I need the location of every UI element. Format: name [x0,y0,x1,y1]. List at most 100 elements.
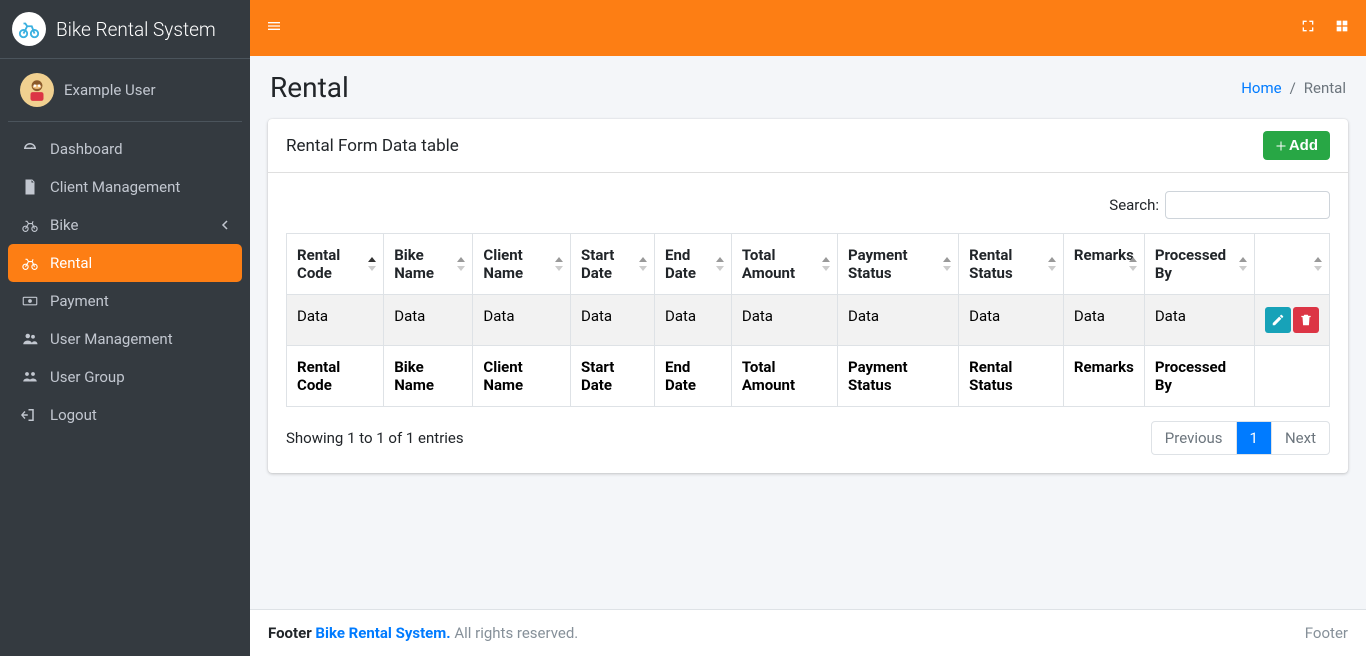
column-header[interactable]: End Date [655,234,732,295]
sidebar-item-label: Logout [50,406,97,424]
column-footer: Rental Code [287,346,384,407]
column-header[interactable]: Start Date [571,234,655,295]
pagination-next[interactable]: Next [1272,422,1329,454]
table-info: Showing 1 to 1 of 1 entries [286,429,464,447]
footer-rights: All rights reserved. [451,624,579,642]
brand[interactable]: Bike Rental System [0,0,250,59]
add-button-label: Add [1289,137,1318,154]
table-cell: Data [838,295,959,346]
sidebar-item-payment[interactable]: Payment [8,282,242,320]
data-table: Rental CodeBike NameClient NameStart Dat… [286,233,1330,407]
breadcrumb: Home / Rental [1241,79,1346,97]
footer-right: Footer [1305,624,1348,642]
pagination-page-1[interactable]: 1 [1237,422,1272,454]
column-header[interactable]: Bike Name [384,234,473,295]
sidebar-item-label: Client Management [50,178,180,196]
users-icon [20,368,40,386]
column-footer-actions [1254,346,1329,407]
topbar [250,0,1366,56]
sidebar-item-dashboard[interactable]: Dashboard [8,130,242,168]
sidebar-item-client-management[interactable]: Client Management [8,168,242,206]
edit-button[interactable] [1265,307,1291,333]
column-footer: Start Date [571,346,655,407]
sidebar-item-label: User Group [50,368,125,386]
breadcrumb-current: Rental [1304,79,1346,97]
delete-button[interactable] [1293,307,1319,333]
table-row: DataDataDataDataDataDataDataDataDataData [287,295,1330,346]
table-cell: Data [571,295,655,346]
sidebar-item-label: Payment [50,292,109,310]
table-footer-row: Rental CodeBike NameClient NameStart Dat… [287,346,1330,407]
column-footer: End Date [655,346,732,407]
sidebar-item-user-management[interactable]: User Management [8,320,242,358]
footer-brand-link[interactable]: Bike Rental System. [315,624,450,642]
column-header[interactable]: Rental Status [959,234,1064,295]
sidebar-item-rental[interactable]: Rental [8,244,242,282]
users-icon [20,330,40,348]
nav-menu: Dashboard Client Management Bike Rental … [0,122,250,442]
column-footer: Rental Status [959,346,1064,407]
column-header[interactable]: Client Name [473,234,571,295]
breadcrumb-home[interactable]: Home [1241,79,1281,97]
column-footer: Bike Name [384,346,473,407]
document-icon [20,178,40,196]
breadcrumb-separator: / [1290,79,1296,97]
column-footer: Processed By [1144,346,1254,407]
column-footer: Payment Status [838,346,959,407]
table-header-row: Rental CodeBike NameClient NameStart Dat… [287,234,1330,295]
page-title: Rental [270,71,349,104]
search-input[interactable] [1165,191,1330,219]
column-header-actions[interactable] [1254,234,1329,295]
pagination: Previous 1 Next [1151,421,1330,455]
sidebar-item-bike[interactable]: Bike [8,206,242,244]
column-header[interactable]: Total Amount [731,234,837,295]
card: Rental Form Data table Add Search: Renta… [268,119,1348,473]
table-cell: Data [384,295,473,346]
bike-icon [20,254,40,272]
column-header[interactable]: Processed By [1144,234,1254,295]
column-header[interactable]: Remarks [1063,234,1144,295]
table-footer: Showing 1 to 1 of 1 entries Previous 1 N… [286,421,1330,455]
logout-icon [20,406,40,424]
column-footer: Total Amount [731,346,837,407]
card-title: Rental Form Data table [286,136,459,156]
avatar-icon [20,73,54,107]
search-row: Search: [286,191,1330,219]
user-panel[interactable]: Example User [8,59,242,122]
sidebar-item-label: Bike [50,216,78,234]
table-cell: Data [1063,295,1144,346]
table-cell: Data [655,295,732,346]
fullscreen-icon[interactable] [1300,18,1316,38]
main-content: Rental Home / Rental Rental Form Data ta… [250,0,1366,656]
card-body: Search: Rental CodeBike NameClient NameS… [268,173,1348,473]
card-header: Rental Form Data table Add [268,119,1348,173]
table-cell: Data [473,295,571,346]
column-footer: Remarks [1063,346,1144,407]
menu-toggle-icon[interactable] [266,18,282,38]
pagination-previous[interactable]: Previous [1152,422,1237,454]
sidebar-item-logout[interactable]: Logout [8,396,242,434]
column-footer: Client Name [473,346,571,407]
footer-prefix: Footer [268,624,315,642]
dashboard-icon [20,140,40,158]
sidebar-item-label: User Management [50,330,173,348]
table-cell: Data [959,295,1064,346]
chevron-left-icon [220,216,230,234]
search-label: Search: [1109,196,1159,214]
grid-icon[interactable] [1334,18,1350,38]
footer: Footer Bike Rental System. All rights re… [250,609,1366,656]
sidebar-item-label: Rental [50,254,92,272]
plus-icon [1275,140,1287,152]
table-cell: Data [287,295,384,346]
action-cell [1254,295,1329,346]
column-header[interactable]: Payment Status [838,234,959,295]
add-button[interactable]: Add [1263,131,1330,160]
column-header[interactable]: Rental Code [287,234,384,295]
table-cell: Data [1144,295,1254,346]
money-icon [20,292,40,310]
brand-title: Bike Rental System [56,18,216,41]
sidebar-item-user-group[interactable]: User Group [8,358,242,396]
table-cell: Data [731,295,837,346]
footer-left: Footer Bike Rental System. All rights re… [268,624,578,642]
brand-logo-icon [12,12,46,46]
